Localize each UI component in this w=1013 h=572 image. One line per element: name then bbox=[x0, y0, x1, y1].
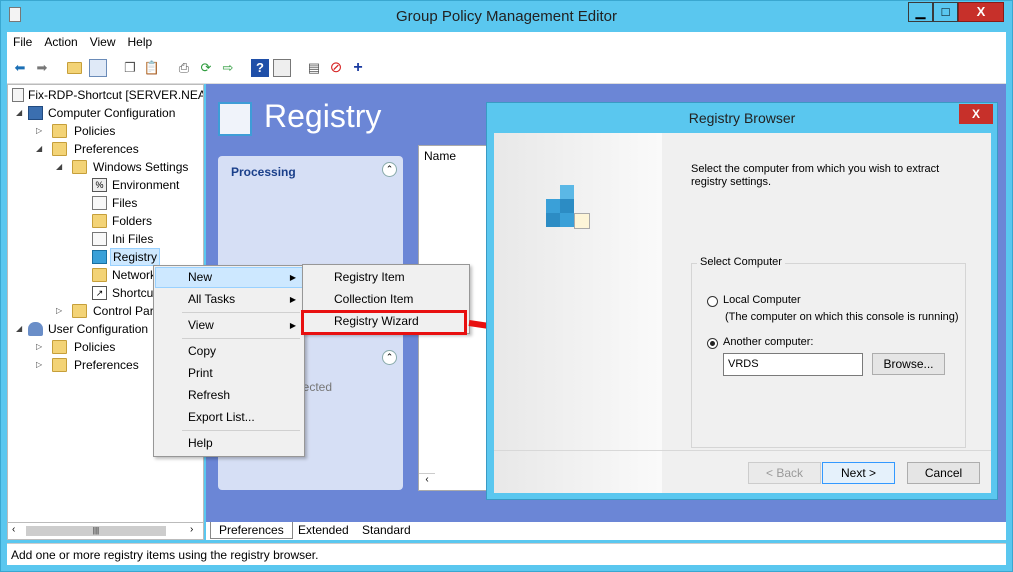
dialog-button-divider bbox=[494, 450, 991, 451]
dialog-instruction: Select the computer from which you wish … bbox=[691, 163, 940, 188]
dialog-side-graphic bbox=[494, 133, 662, 493]
cancel-button[interactable]: Cancel bbox=[907, 462, 980, 484]
local-computer-description: (The computer on which this console is r… bbox=[725, 311, 959, 323]
another-computer-radio[interactable] bbox=[707, 338, 718, 349]
computer-name-input[interactable]: VRDS bbox=[723, 353, 863, 376]
local-computer-label[interactable]: Local Computer bbox=[723, 294, 801, 306]
registry-cubes-icon bbox=[546, 183, 592, 229]
gpme-window: Group Policy Management Editor ▁ □ X Fil… bbox=[0, 0, 1013, 572]
registry-browser-dialog: Registry Browser X Select the computer f… bbox=[486, 102, 998, 500]
dialog-title: Registry Browser bbox=[688, 110, 796, 126]
back-button[interactable]: < Back bbox=[748, 462, 821, 484]
dialog-close-button[interactable]: X bbox=[959, 104, 993, 124]
next-button[interactable]: Next > bbox=[822, 462, 895, 484]
browse-button[interactable]: Browse... bbox=[872, 353, 945, 375]
group-label: Select Computer bbox=[697, 256, 785, 268]
local-computer-radio[interactable] bbox=[707, 296, 718, 307]
select-computer-group: Select Computer Local Computer (The comp… bbox=[691, 256, 966, 448]
dialog-body: Select the computer from which you wish … bbox=[494, 133, 991, 493]
another-computer-label[interactable]: Another computer: bbox=[723, 336, 814, 348]
